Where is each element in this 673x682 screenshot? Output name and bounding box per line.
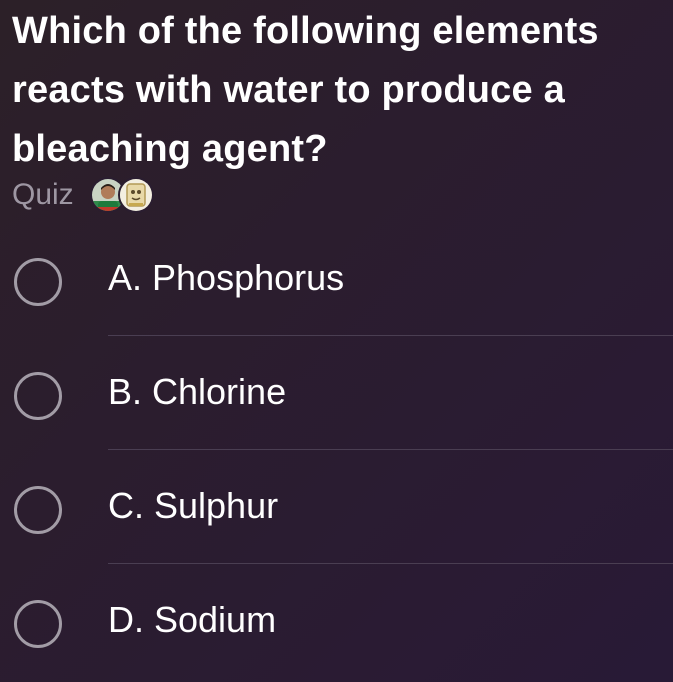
avatar-group[interactable] bbox=[89, 177, 154, 213]
option-c-label: C. Sulphur bbox=[108, 485, 279, 526]
option-b-label: B. Chlorine bbox=[108, 371, 287, 412]
radio-button-d[interactable] bbox=[14, 600, 62, 648]
mascot-avatar[interactable] bbox=[117, 177, 154, 213]
question-text: Which of the following elements reacts w… bbox=[12, 2, 662, 179]
option-d[interactable]: D. Sodium bbox=[0, 564, 673, 678]
radio-button-b[interactable] bbox=[14, 372, 62, 420]
quiz-meta: Quiz bbox=[12, 170, 154, 220]
radio-button-c[interactable] bbox=[14, 486, 62, 534]
quiz-label: Quiz bbox=[12, 178, 74, 211]
option-d-label: D. Sodium bbox=[108, 599, 277, 640]
option-c[interactable]: C. Sulphur bbox=[0, 450, 673, 564]
answer-options: A. Phosphorus B. Chlorine C. Sulphur D. … bbox=[0, 222, 673, 678]
radio-button-a[interactable] bbox=[14, 258, 62, 306]
option-b[interactable]: B. Chlorine bbox=[0, 336, 673, 450]
question-line-3: bleaching agent? bbox=[12, 128, 328, 170]
question-line-1: Which of the following elements bbox=[12, 10, 599, 52]
option-a-label: A. Phosphorus bbox=[108, 257, 345, 298]
option-a[interactable]: A. Phosphorus bbox=[0, 222, 673, 336]
question-line-2: reacts with water to produce a bbox=[12, 69, 565, 111]
